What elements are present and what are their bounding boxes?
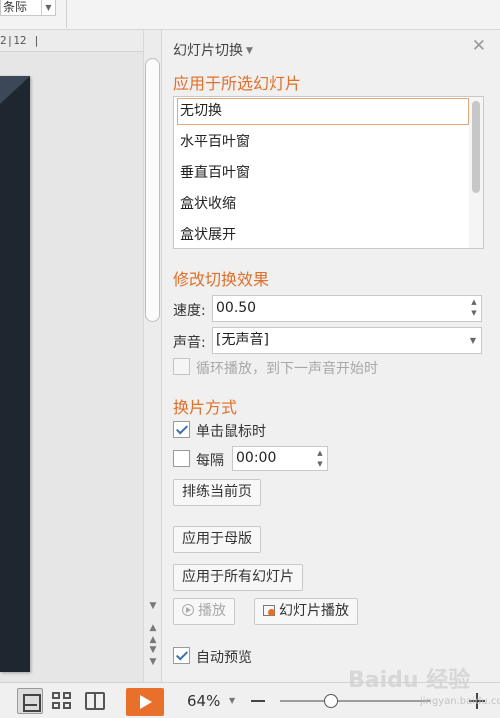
toolbar-combo-value: 条际 xyxy=(3,0,28,14)
close-icon[interactable]: ✕ xyxy=(472,37,486,55)
zoom-slider-thumb[interactable] xyxy=(324,694,338,708)
list-scrollbar-thumb[interactable] xyxy=(472,101,480,193)
list-item[interactable]: 盒状展开 xyxy=(177,222,469,248)
interval-checkbox[interactable] xyxy=(173,450,190,467)
watermark-sub: jingyan.baidu.com xyxy=(420,696,500,707)
play-preview-label: 播放 xyxy=(198,603,226,619)
list-item[interactable]: 无切换 xyxy=(177,98,469,125)
play-preview-button[interactable]: 播放 xyxy=(173,598,235,625)
interval-value: 00:00 xyxy=(236,450,277,466)
ruler-label: 2|12 | xyxy=(0,34,40,47)
loop-sound-label: 循环播放，到下一声音开始时 xyxy=(196,361,378,377)
spinner-icon[interactable]: ▲ ▼ xyxy=(315,448,325,470)
reading-view-icon[interactable] xyxy=(85,692,105,710)
next-page-icon[interactable]: ▼ ▼ xyxy=(146,644,160,668)
sound-label: 声音: xyxy=(173,335,206,351)
caret-down-icon[interactable]: ▼ xyxy=(229,696,235,705)
section-apply-heading: 应用于所选幻灯片 xyxy=(173,74,302,93)
watermark: Baidu 经验 xyxy=(348,668,471,693)
list-item[interactable]: 水平百叶窗 xyxy=(177,129,469,156)
auto-preview-checkbox[interactable] xyxy=(173,647,190,664)
list-item[interactable]: 垂直百叶窗 xyxy=(177,160,469,187)
slide-editor: 2|12 | xyxy=(0,30,143,682)
zoom-out-icon[interactable] xyxy=(251,700,265,702)
zoom-level[interactable]: 64% xyxy=(187,692,220,710)
rehearse-button[interactable]: 排练当前页 xyxy=(173,479,261,506)
slide-canvas[interactable] xyxy=(0,76,30,672)
slideshow-button[interactable]: 幻灯片播放 xyxy=(254,598,358,625)
pane-title[interactable]: 幻灯片切换 ▼ xyxy=(173,40,253,60)
list-scrollbar[interactable] xyxy=(469,97,483,248)
apply-all-button[interactable]: 应用于所有幻灯片 xyxy=(173,564,303,591)
normal-view-icon[interactable] xyxy=(17,688,43,714)
slideshow-icon xyxy=(263,605,275,616)
toolbar-combo[interactable]: 条际 ▼ xyxy=(0,0,56,16)
loop-sound-checkbox[interactable] xyxy=(173,358,190,375)
slide-transition-pane: 幻灯片切换 ▼ ✕ 应用于所选幻灯片 无切换 水平百叶窗 垂直百叶窗 盒状收缩 盒… xyxy=(161,30,500,682)
on-click-label: 单击鼠标时 xyxy=(196,424,266,440)
transition-list[interactable]: 无切换 水平百叶窗 垂直百叶窗 盒状收缩 盒状展开 xyxy=(173,96,484,249)
speed-label: 速度: xyxy=(173,303,206,319)
sound-select[interactable]: [无声音] ▼ xyxy=(212,327,482,354)
chevron-down-icon[interactable]: ▼ xyxy=(470,328,476,353)
sound-value: [无声音] xyxy=(216,332,269,348)
section-modify-heading: 修改切换效果 xyxy=(173,270,270,289)
apply-master-button[interactable]: 应用于母版 xyxy=(173,526,261,553)
section-advance-heading: 换片方式 xyxy=(173,398,238,417)
slide-sorter-icon[interactable] xyxy=(52,692,73,711)
ruler: 2|12 | xyxy=(0,30,143,52)
auto-preview-label: 自动预览 xyxy=(196,650,252,666)
list-item[interactable]: 盒状收缩 xyxy=(177,191,469,218)
editor-scrollbar[interactable]: ▼ ▲ ▲ ▼ ▼ xyxy=(143,30,161,682)
previous-page-icon[interactable]: ▲ ▲ xyxy=(146,622,160,646)
speed-value: 00.50 xyxy=(216,300,257,316)
zoom-slider[interactable] xyxy=(280,700,430,702)
slide-shape xyxy=(0,76,30,104)
top-toolbar: 条际 ▼ xyxy=(0,0,500,30)
scroll-down-icon[interactable]: ▼ xyxy=(146,600,160,612)
toolbar-divider xyxy=(66,0,67,28)
play-circle-icon xyxy=(182,604,194,616)
scrollbar-thumb[interactable] xyxy=(145,58,160,322)
spinner-icon[interactable]: ▲ ▼ xyxy=(469,297,479,319)
play-slideshow-button[interactable] xyxy=(126,688,164,716)
slideshow-label: 幻灯片播放 xyxy=(279,603,349,619)
interval-input[interactable]: 00:00 ▲ ▼ xyxy=(232,446,328,471)
caret-down-icon[interactable]: ▼ xyxy=(246,46,253,56)
interval-label: 每隔 xyxy=(196,453,224,469)
on-click-checkbox[interactable] xyxy=(173,421,190,438)
pane-title-text: 幻灯片切换 xyxy=(173,43,243,59)
chevron-down-icon[interactable]: ▼ xyxy=(41,0,55,15)
speed-input[interactable]: 00.50 ▲ ▼ xyxy=(212,295,482,322)
